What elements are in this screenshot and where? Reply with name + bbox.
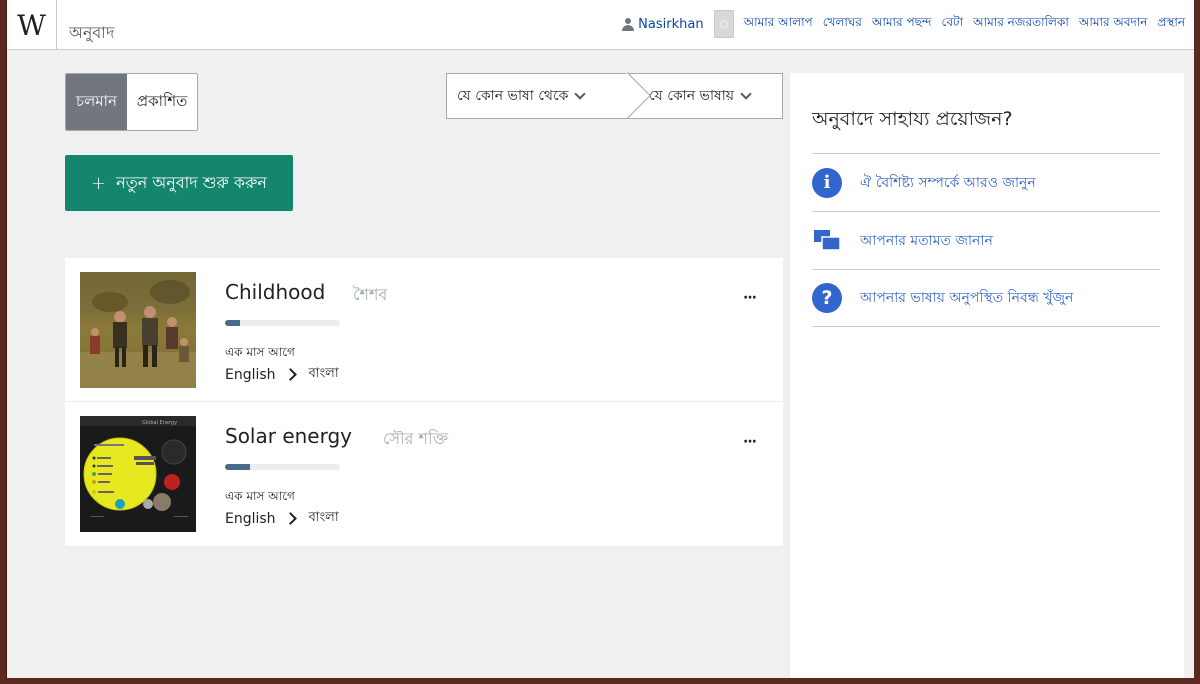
progress-fill: [225, 464, 251, 470]
translation-item[interactable]: Global Energy Solar energy সৌর শক্তি এক …: [65, 402, 783, 547]
notifications-icon[interactable]: ○: [713, 10, 734, 38]
article-thumbnail: Global Energy: [80, 416, 196, 532]
source-language: English: [225, 510, 276, 527]
translation-item[interactable]: Childhood শৈশব এক মাস আগে English বাংলা …: [65, 258, 783, 402]
more-options-icon[interactable]: ···: [743, 434, 757, 450]
source-language: English: [225, 366, 276, 383]
new-translation-label: নতুন অনুবাদ শুরু করুন: [116, 172, 267, 192]
source-language-label: যে কোন ভাষা থেকে: [457, 88, 569, 104]
status-filter: চলমান প্রকাশিত: [65, 73, 199, 131]
personal-tools: Nasirkhan ○ আমার আলাপ খেলাঘর আমার পছন্দ …: [622, 10, 1185, 38]
help-item-missing-articles[interactable]: ? আপনার ভাষায় অনুপস্থিত নিবন্ধ খুঁজুন: [812, 269, 1160, 327]
source-article-title[interactable]: Solar energy: [225, 424, 352, 448]
more-options-icon[interactable]: ···: [743, 290, 757, 306]
help-title: অনুবাদে সাহায্য প্রয়োজন?: [812, 108, 1013, 130]
info-icon: i: [812, 167, 842, 198]
help-item-feedback[interactable]: আপনার মতামত জানান: [812, 211, 1160, 269]
target-language-label: যে কোন ভাষায়: [649, 88, 735, 104]
language-pair: English বাংলা: [225, 508, 339, 529]
personal-link-sandbox[interactable]: খেলাঘর: [823, 14, 862, 34]
plus-icon: +: [91, 172, 107, 194]
help-link-feedback[interactable]: আপনার মতামত জানান: [860, 229, 993, 253]
chevron-right-icon: [283, 368, 297, 381]
target-language: বাংলা: [308, 510, 339, 525]
personal-link-watchlist[interactable]: আমার নজরতালিকা: [973, 14, 1069, 34]
help-link-learn-more[interactable]: ঐ বৈশিষ্ট্য সম্পর্কে আরও জানুন: [860, 171, 1036, 195]
target-article-title: শৈশব: [353, 285, 388, 304]
svg-text:Global Energy: Global Energy: [142, 420, 177, 426]
help-sidebar: অনুবাদে সাহায্য প্রয়োজন? i ঐ বৈশিষ্ট্য …: [790, 73, 1184, 678]
personal-link-preferences[interactable]: আমার পছন্দ: [872, 14, 932, 34]
app-frame: W অনুবাদ Nasirkhan ○ আমার আলাপ খেলাঘর আম…: [6, 0, 1194, 678]
translation-progress-bar: [225, 464, 340, 470]
username: Nasirkhan: [638, 16, 704, 32]
filter-published-tab[interactable]: প্রকাশিত: [126, 74, 198, 130]
target-article-title: সৌর শক্তি: [383, 429, 449, 448]
language-pair: English বাংলা: [225, 364, 339, 385]
help-item-learn-more[interactable]: i ঐ বৈশিষ্ট্য সম্পর্কে আরও জানুন: [812, 153, 1160, 211]
filter-in-progress-tab[interactable]: চলমান: [66, 74, 127, 130]
help-list: i ঐ বৈশিষ্ট্য সম্পর্কে আরও জানুন আপনার ম…: [812, 153, 1160, 327]
user-icon: [622, 17, 635, 31]
last-updated-time: এক মাস আগে: [225, 489, 295, 503]
personal-link-beta[interactable]: বেটা: [942, 14, 964, 34]
chevron-down-icon: [740, 88, 752, 100]
last-updated-time: এক মাস আগে: [225, 345, 295, 359]
personal-link-contributions[interactable]: আমার অবদান: [1079, 14, 1148, 34]
help-link-missing-articles[interactable]: আপনার ভাষায় অনুপস্থিত নিবন্ধ খুঁজুন: [860, 286, 1073, 310]
article-thumbnail: [80, 272, 196, 388]
translation-progress-bar: [225, 320, 340, 326]
feedback-icon: [812, 226, 842, 256]
target-language: বাংলা: [308, 366, 339, 381]
chevron-down-icon: [574, 88, 587, 100]
language-filter: যে কোন ভাষা থেকে যে কোন ভাষায়: [446, 73, 783, 119]
target-language-select[interactable]: যে কোন ভাষায়: [639, 84, 752, 108]
header: W অনুবাদ Nasirkhan ○ আমার আলাপ খেলাঘর আম…: [7, 0, 1194, 50]
help-question-icon: ?: [812, 283, 842, 313]
wikipedia-logo-icon[interactable]: W: [7, 0, 57, 50]
source-language-select[interactable]: যে কোন ভাষা থেকে: [447, 84, 619, 108]
chevron-right-icon: [283, 512, 297, 525]
translation-list: Childhood শৈশব এক মাস আগে English বাংলা …: [65, 258, 783, 548]
personal-link-talk[interactable]: আমার আলাপ: [744, 14, 813, 34]
personal-link-logout[interactable]: প্রস্থান: [1157, 14, 1185, 34]
language-arrow-separator: [619, 73, 639, 119]
app-title: অনুবাদ: [69, 23, 115, 42]
progress-fill: [225, 320, 240, 326]
user-link[interactable]: Nasirkhan: [622, 16, 704, 32]
new-translation-button[interactable]: + নতুন অনুবাদ শুরু করুন: [65, 155, 293, 211]
source-article-title[interactable]: Childhood: [225, 280, 325, 304]
